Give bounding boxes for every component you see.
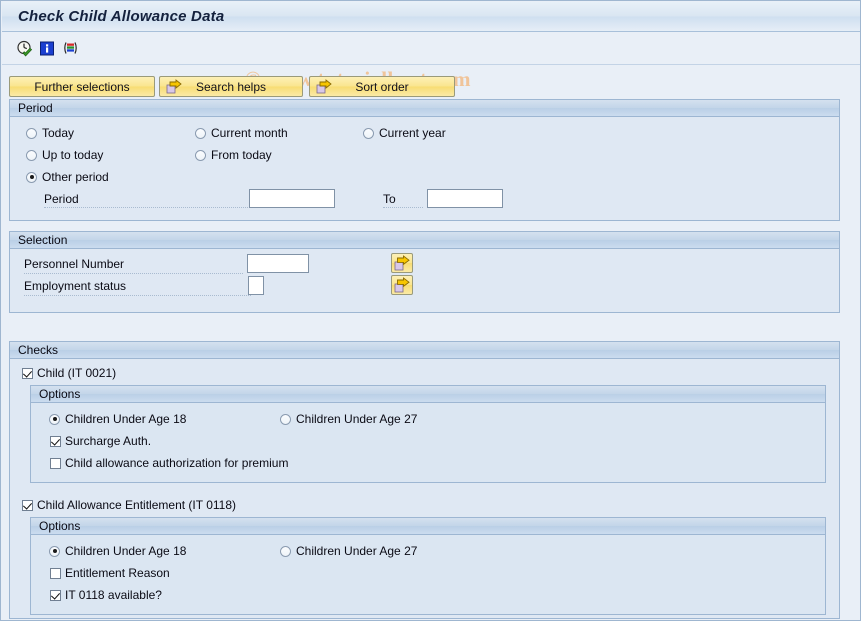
radio-current-year[interactable]: Current year [363, 126, 446, 140]
radio-up-to-today[interactable]: Up to today [26, 148, 103, 162]
search-helps-label: Search helps [195, 79, 267, 94]
radio-current-year-indicator [363, 127, 374, 139]
selection-panel: Selection Personnel Number Employment st… [9, 231, 840, 313]
checkbox-it0118-available[interactable]: IT 0118 available? [50, 588, 162, 602]
checkbox-child-allowance-entitlement-it0118[interactable]: Child Allowance Entitlement (IT 0118) [22, 498, 236, 512]
child-it0021-options-title: Options [39, 387, 81, 401]
window-title-bar: Check Child Allowance Data [2, 2, 860, 32]
checkbox-child-allowance-premium-label: Child allowance authorization for premiu… [65, 456, 289, 470]
radio-current-month-label: Current month [211, 126, 288, 140]
radio-child-under-18-it0021[interactable]: Children Under Age 18 [49, 412, 186, 426]
checkbox-surcharge-auth-indicator [50, 435, 61, 447]
period-field-dotted-line [44, 207, 250, 208]
multi-selection-arrow-icon [394, 277, 410, 293]
period-from-input[interactable] [249, 189, 335, 208]
radio-child-under-27-it0021[interactable]: Children Under Age 27 [280, 412, 417, 426]
info-icon[interactable] [39, 40, 56, 57]
further-selections-button[interactable]: Further selections [9, 76, 155, 97]
sort-order-button[interactable]: Sort order [309, 76, 455, 97]
checkbox-child-it0021-label: Child (IT 0021) [37, 366, 117, 380]
sort-order-label: Sort order [355, 79, 409, 94]
radio-other-period[interactable]: Other period [26, 170, 109, 184]
personnel-number-label: Personnel Number [24, 257, 125, 271]
child-allowance-it0118-options-title: Options [39, 519, 81, 533]
radio-child-under-18-it0118-label: Children Under Age 18 [65, 544, 187, 558]
radio-from-today[interactable]: From today [195, 148, 272, 162]
sap-application-window: Check Child Allowance Data Further selec… [0, 0, 861, 621]
search-helps-button[interactable]: Search helps [159, 76, 303, 97]
child-it0021-options-header: Options [31, 386, 825, 403]
radio-child-under-27-it0118-label: Children Under Age 27 [296, 544, 418, 558]
arrow-right-icon [166, 79, 182, 95]
child-it0021-options-panel: Options Children Under Age 18 Children U… [30, 385, 826, 483]
period-panel: Period Today Current month Current year … [9, 99, 840, 221]
radio-current-month[interactable]: Current month [195, 126, 288, 140]
radio-today-indicator [26, 127, 37, 139]
child-allowance-it0118-options-panel: Options Children Under Age 18 Children U… [30, 517, 826, 615]
radio-other-period-label: Other period [42, 170, 109, 184]
radio-current-month-indicator [195, 127, 206, 139]
page-title: Check Child Allowance Data [18, 8, 225, 25]
checkbox-surcharge-auth-label: Surcharge Auth. [65, 434, 152, 448]
period-panel-header: Period [10, 100, 839, 117]
period-field-label: Period [44, 192, 79, 206]
period-to-label: To [383, 192, 396, 206]
employment-status-multi-select-button[interactable] [391, 275, 413, 295]
radio-up-to-today-label: Up to today [42, 148, 104, 162]
radio-today-label: Today [42, 126, 75, 140]
execute-clock-icon[interactable] [16, 40, 33, 57]
radio-from-today-label: From today [211, 148, 272, 162]
radio-child-under-27-it0021-indicator [280, 413, 291, 425]
checks-panel-title: Checks [18, 343, 59, 357]
checks-panel-header: Checks [10, 342, 839, 359]
checkbox-child-it0021-indicator [22, 367, 33, 379]
multi-selection-arrow-icon [394, 255, 410, 271]
checkbox-child-allowance-premium-indicator [50, 457, 61, 469]
radio-today[interactable]: Today [26, 126, 74, 140]
checkbox-entitlement-reason-indicator [50, 567, 61, 579]
icon-toolbar: © www.tutorialkart.com [2, 32, 860, 91]
radio-from-today-indicator [195, 149, 206, 161]
arrow-right-icon [316, 79, 332, 95]
employment-status-label: Employment status [24, 279, 127, 293]
radio-child-under-18-it0118-indicator [49, 545, 60, 557]
further-selections-label: Further selections [34, 79, 130, 94]
radio-child-under-27-it0118-indicator [280, 545, 291, 557]
employment-status-input[interactable] [248, 276, 264, 295]
checkbox-child-allowance-entitlement-it0118-label: Child Allowance Entitlement (IT 0118) [37, 498, 236, 512]
selection-panel-header: Selection [10, 232, 839, 249]
checkbox-child-allowance-entitlement-it0118-indicator [22, 499, 33, 511]
radio-child-under-18-it0118[interactable]: Children Under Age 18 [49, 544, 186, 558]
checks-panel: Checks Child (IT 0021) Options Children … [9, 341, 840, 619]
checkbox-it0118-available-label: IT 0118 available? [65, 588, 162, 602]
radio-other-period-indicator [26, 171, 37, 183]
checkbox-entitlement-reason[interactable]: Entitlement Reason [50, 566, 170, 580]
checkbox-surcharge-auth[interactable]: Surcharge Auth. [50, 434, 151, 448]
checkbox-child-it0021[interactable]: Child (IT 0021) [22, 366, 116, 380]
period-to-dotted-line [383, 207, 423, 208]
personnel-number-input[interactable] [247, 254, 309, 273]
radio-child-under-27-it0021-label: Children Under Age 27 [296, 412, 418, 426]
period-panel-title: Period [18, 101, 53, 115]
radio-child-under-18-it0021-label: Children Under Age 18 [65, 412, 187, 426]
checkbox-it0118-available-indicator [50, 589, 61, 601]
radio-current-year-label: Current year [379, 126, 446, 140]
selection-panel-title: Selection [18, 233, 68, 247]
period-to-input[interactable] [427, 189, 503, 208]
checkbox-entitlement-reason-label: Entitlement Reason [65, 566, 170, 580]
variant-list-icon[interactable] [62, 40, 79, 57]
employment-status-dotted-line [24, 295, 251, 296]
radio-child-under-18-it0021-indicator [49, 413, 60, 425]
child-allowance-it0118-options-header: Options [31, 518, 825, 535]
checkbox-child-allowance-premium[interactable]: Child allowance authorization for premiu… [50, 456, 288, 470]
personnel-number-multi-select-button[interactable] [391, 253, 413, 273]
radio-child-under-27-it0118[interactable]: Children Under Age 27 [280, 544, 417, 558]
radio-up-to-today-indicator [26, 149, 37, 161]
personnel-number-dotted-line [24, 273, 243, 274]
